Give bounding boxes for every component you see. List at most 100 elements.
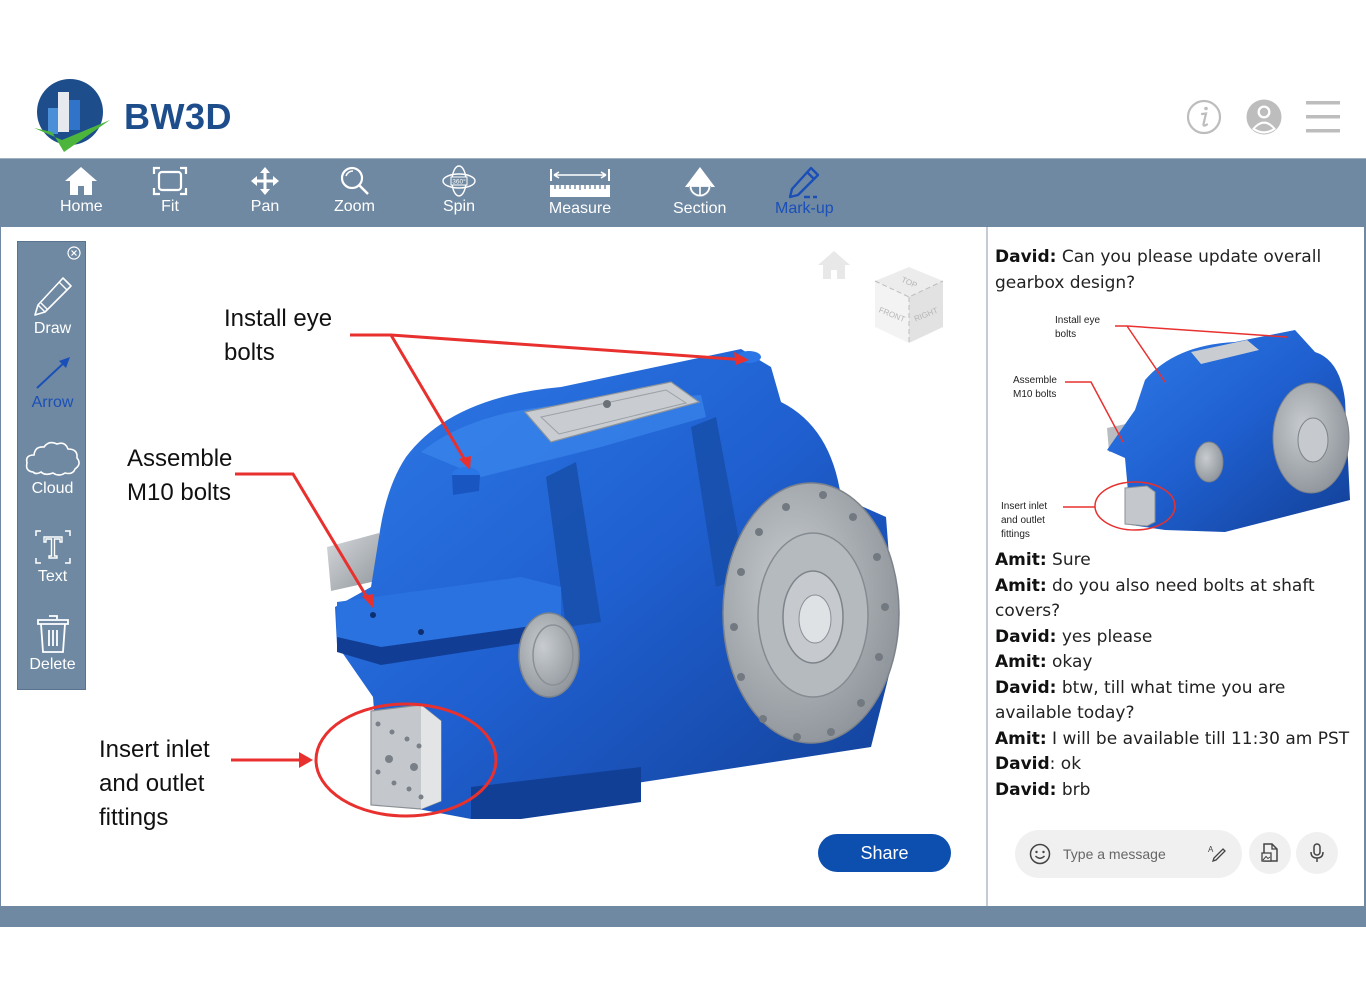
toolbar-label: Pan	[250, 198, 280, 215]
toolbar-label: Home	[60, 198, 103, 215]
markup-label: Delete	[29, 656, 76, 673]
chat-message: Amit: okay	[995, 650, 1361, 676]
user-avatar-icon[interactable]	[1245, 98, 1283, 136]
attach-image-button[interactable]	[1249, 832, 1291, 874]
message-author: Amit:	[995, 550, 1047, 570]
annotation-line: Install eye	[224, 305, 333, 332]
toolbar-markup-button[interactable]: Mark-up	[775, 165, 834, 217]
annotation-m10-bolts[interactable]: Assemble M10 bolts	[127, 442, 232, 510]
chat-message: Amit: Sure	[995, 548, 1361, 574]
cloud-icon	[25, 441, 80, 476]
viewer-toolbar: Home Fit Pan Zoom 360° Spin Measure Sect…	[0, 158, 1366, 227]
voice-message-button[interactable]	[1296, 832, 1338, 874]
chat-message: David: ok	[995, 752, 1361, 778]
toolbar-label: Mark-up	[775, 200, 834, 217]
pencil-icon	[33, 277, 72, 316]
toolbar-label: Measure	[548, 200, 612, 217]
message-author: Amit:	[995, 652, 1047, 672]
toolbar-home-button[interactable]: Home	[60, 165, 103, 215]
message-text: okay	[1046, 652, 1093, 672]
annotation-line: bolts	[224, 339, 275, 366]
toolbar-label: Spin	[442, 198, 476, 215]
brand-name: BW3D	[124, 96, 232, 137]
markup-text-button[interactable]: Text	[18, 528, 87, 586]
toolbar-zoom-button[interactable]: Zoom	[334, 165, 375, 215]
message-text: brb	[1056, 779, 1091, 800]
annotation-line: Insert inlet	[99, 736, 210, 763]
svg-text:A: A	[1208, 845, 1214, 854]
markup-label: Cloud	[31, 480, 74, 497]
message-author: David:	[995, 626, 1057, 647]
markup-arrow-button[interactable]: Arrow	[18, 354, 87, 412]
bw3d-logo-icon	[34, 79, 110, 152]
fit-icon	[152, 166, 188, 196]
spin-360-icon: 360°	[442, 165, 476, 197]
markup-label: Text	[37, 568, 68, 585]
toolbar-pan-button[interactable]: Pan	[247, 165, 283, 215]
markup-label: Arrow	[31, 394, 74, 411]
view-home-icon[interactable]	[816, 247, 852, 283]
annotation-eye-bolts[interactable]: Install eye bolts	[224, 302, 332, 370]
attach-image-icon	[1261, 843, 1278, 862]
hamburger-menu-icon[interactable]	[1304, 98, 1342, 136]
markup-label: Draw	[33, 320, 72, 337]
chat-image-attachment[interactable]: Install eye bolts Assemble M10 bolts Ins…	[995, 300, 1361, 546]
home-icon	[65, 167, 98, 195]
arrow-icon	[35, 357, 70, 389]
3d-viewer-canvas[interactable]: Draw Arrow Cloud Text Delete Install eye…	[0, 227, 988, 906]
pan-icon	[251, 167, 279, 195]
thumbnail-label: Insert inlet and outlet fittings	[1001, 501, 1048, 540]
annotation-line: M10 bolts	[127, 479, 232, 506]
measure-icon	[550, 169, 610, 197]
chat-message: David: brb	[995, 778, 1361, 804]
message-text: yes please	[1056, 626, 1153, 647]
chat-message: David: Can you please update overall gea…	[995, 245, 1361, 296]
zoom-icon	[341, 166, 370, 195]
thumbnail-label: Assemble M10 bolts	[1013, 375, 1057, 400]
close-panel-icon[interactable]	[67, 246, 81, 260]
toolbar-fit-button[interactable]: Fit	[151, 165, 189, 215]
toolbar-measure-button[interactable]: Measure	[548, 165, 612, 217]
message-author: David:	[995, 247, 1057, 267]
annotation-inlet-outlet[interactable]: Insert inlet and outlet fittings	[99, 733, 210, 835]
chat-message: Amit: I will be available till 11:30 am …	[995, 727, 1361, 753]
markup-draw-button[interactable]: Draw	[18, 274, 87, 338]
chat-panel: David: Can you please update overall gea…	[988, 227, 1366, 906]
emoji-icon[interactable]	[1029, 843, 1051, 865]
footer-bar	[0, 906, 1366, 927]
message-text: Sure	[1046, 550, 1091, 570]
toolbar-label: Section	[673, 200, 727, 217]
app-header: BW3D	[0, 60, 1366, 158]
toolbar-section-button[interactable]: Section	[673, 165, 726, 217]
svg-text:360°: 360°	[452, 178, 466, 186]
message-compose-box: A	[1015, 830, 1242, 878]
chat-message: David: yes please	[995, 625, 1361, 651]
section-icon	[684, 167, 715, 197]
markup-cloud-button[interactable]: Cloud	[18, 438, 87, 498]
message-text: I will be available till 11:30 am PST	[1046, 728, 1350, 749]
toolbar-label: Zoom	[334, 198, 375, 215]
chat-messages: David: Can you please update overall gea…	[995, 245, 1361, 803]
annotation-line: and outlet	[99, 770, 205, 797]
trash-icon	[36, 615, 69, 653]
chat-message: David: btw, till what time you are avail…	[995, 676, 1361, 727]
toolbar-label: Fit	[161, 198, 179, 215]
share-button[interactable]: Share	[818, 834, 951, 872]
message-author: Amit:	[995, 575, 1047, 596]
handwriting-pen-icon[interactable]: A	[1207, 844, 1227, 864]
markup-pencil-icon	[789, 166, 820, 199]
info-icon[interactable]	[1185, 98, 1223, 136]
toolbar-spin-button[interactable]: 360° Spin	[441, 165, 477, 215]
message-input[interactable]	[1063, 842, 1193, 866]
thumbnail-label: Install eye bolts	[1055, 315, 1101, 340]
message-author: David:	[995, 677, 1057, 698]
markup-delete-button[interactable]: Delete	[18, 612, 87, 674]
message-author: Amit:	[995, 728, 1047, 749]
microphone-icon	[1310, 843, 1324, 862]
text-icon	[34, 530, 71, 564]
view-cube-navigator[interactable]: TOP FRONT RIGHT	[869, 263, 949, 347]
annotation-line: fittings	[99, 804, 169, 831]
message-text: : ok	[1049, 754, 1082, 774]
markup-tools-panel: Draw Arrow Cloud Text Delete	[17, 241, 86, 690]
annotation-line: Assemble	[127, 445, 233, 472]
